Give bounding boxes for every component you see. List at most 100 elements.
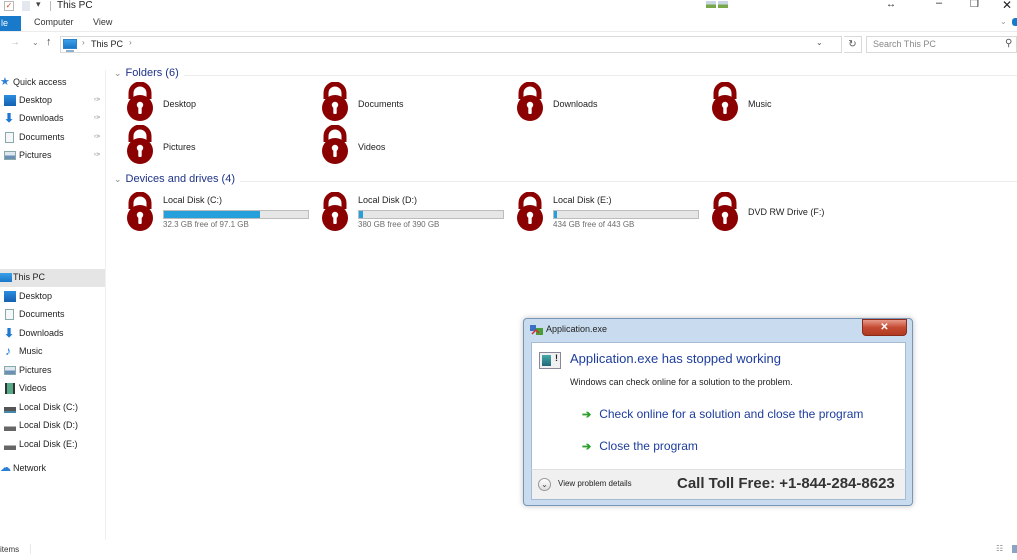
view-problem-details-link[interactable]: View problem details xyxy=(558,479,632,488)
sidebar-item-label: Local Disk (E:) xyxy=(19,439,78,449)
sidebar-item-label: Videos xyxy=(19,383,47,393)
folder-name: Desktop xyxy=(163,99,197,109)
breadcrumb-separator[interactable]: › xyxy=(129,38,132,47)
folder-tile[interactable]: Videos xyxy=(313,124,508,165)
check-online-option[interactable]: ➔ Check online for a solution and close t… xyxy=(582,407,863,421)
address-dropdown-icon[interactable]: ⌄ xyxy=(816,38,823,47)
option-label: Close the program xyxy=(599,439,698,453)
drives-header-label: Devices and drives (4) xyxy=(125,173,235,185)
sidebar-item-local-disk-d[interactable]: Local Disk (D:) xyxy=(0,417,105,435)
pin-icon[interactable]: ✑ xyxy=(94,150,101,159)
sidebar-item-videos[interactable]: Videos xyxy=(0,380,105,398)
tab-file[interactable]: le xyxy=(0,16,21,31)
folders-header-label: Folders (6) xyxy=(125,67,179,79)
folder-name: Videos xyxy=(358,142,386,152)
folder-tile[interactable]: Pictures xyxy=(118,124,313,165)
close-button[interactable]: ✕ xyxy=(1002,0,1012,12)
search-placeholder: Search This PC xyxy=(873,39,936,49)
sidebar-item-music[interactable]: ♪ Music xyxy=(0,343,105,361)
sidebar-item-label: Network xyxy=(13,463,47,473)
sidebar-item-local-disk-c[interactable]: Local Disk (C:) xyxy=(0,399,105,417)
sidebar-item-network[interactable]: ☁ Network xyxy=(0,460,105,478)
resize-icon: ↔ xyxy=(886,0,896,10)
sidebar-item-label: Downloads xyxy=(19,328,64,338)
sidebar-item-quick-access[interactable]: ★ Quick access xyxy=(0,74,105,92)
error-dialog: Application.exe ✕ Application.exe has st… xyxy=(523,318,913,506)
large-icons-view-button[interactable] xyxy=(1012,545,1017,553)
drive-tile[interactable]: Local Disk (C:) 32.3 GB free of 97.1 GB xyxy=(118,191,313,232)
sidebar-item-documents[interactable]: Documents xyxy=(0,306,105,324)
folder-tile[interactable]: Documents xyxy=(313,81,508,122)
up-button[interactable]: ↑ xyxy=(46,36,52,48)
sidebar-item-label: This PC xyxy=(13,272,46,282)
recent-locations-dropdown[interactable]: ⌄ xyxy=(32,38,39,47)
sidebar-item-desktop[interactable]: Desktop ✑ xyxy=(0,92,105,110)
drive-name: Local Disk (C:) xyxy=(163,195,223,205)
this-pc-icon xyxy=(0,273,12,282)
sidebar-item-downloads[interactable]: ⬇ Downloads xyxy=(0,325,105,343)
search-input[interactable]: Search This PC ⚲ xyxy=(866,36,1017,53)
chevron-down-icon: ⌄ xyxy=(114,68,122,78)
dialog-close-button[interactable]: ✕ xyxy=(862,319,907,336)
sidebar-item-local-disk-e[interactable]: Local Disk (E:) xyxy=(0,436,105,454)
videos-icon xyxy=(5,383,15,394)
sidebar-item-downloads[interactable]: ⬇ Downloads ✑ xyxy=(0,110,105,128)
sidebar-item-pictures[interactable]: Pictures xyxy=(0,362,105,380)
folders-group-header[interactable]: ⌄ Folders (6) xyxy=(114,67,179,81)
new-folder-icon[interactable] xyxy=(22,1,30,11)
downloads-icon: ⬇ xyxy=(4,111,15,125)
sidebar-item-label: Quick access xyxy=(13,77,67,87)
downloads-icon: ⬇ xyxy=(4,326,15,340)
sidebar-item-desktop[interactable]: Desktop xyxy=(0,288,105,306)
sidebar-item-pictures[interactable]: Pictures ✑ xyxy=(0,147,105,165)
drive-usage-fill xyxy=(359,211,363,218)
tab-view[interactable]: View xyxy=(93,17,112,27)
title-bar: ✓ ▾ This PC ↔ – ❐ ✕ xyxy=(0,0,1017,14)
drive-free-space: 32.3 GB free of 97.1 GB xyxy=(163,220,249,229)
minimize-button[interactable]: – xyxy=(936,0,942,9)
expand-ribbon-icon[interactable]: ⌄ xyxy=(1000,17,1007,26)
drive-tile[interactable]: DVD RW Drive (F:) xyxy=(703,191,898,232)
drives-group-header[interactable]: ⌄ Devices and drives (4) xyxy=(114,173,235,187)
lock-icon xyxy=(707,81,743,122)
folder-tile[interactable]: Music xyxy=(703,81,898,122)
drive-tile[interactable]: Local Disk (D:) 380 GB free of 390 GB xyxy=(313,191,508,232)
drive-usage-bar xyxy=(163,210,309,219)
quick-access-toolbar-dropdown[interactable]: ▾ xyxy=(36,0,41,10)
option-label: Check online for a solution and close th… xyxy=(599,407,864,421)
pin-icon[interactable]: ✑ xyxy=(94,95,101,104)
network-icon: ☁ xyxy=(0,462,11,474)
pictures-icon xyxy=(4,151,16,160)
folder-name: Downloads xyxy=(553,99,598,109)
dialog-body: Application.exe has stopped working Wind… xyxy=(531,342,906,469)
pin-icon[interactable]: ✑ xyxy=(94,113,101,122)
tab-computer[interactable]: Computer xyxy=(34,17,74,27)
sidebar-item-label: Pictures xyxy=(19,150,52,160)
properties-icon[interactable]: ✓ xyxy=(4,1,14,11)
close-program-option[interactable]: ➔ Close the program xyxy=(582,439,698,453)
sidebar-item-this-pc[interactable]: This PC xyxy=(0,269,105,287)
sidebar-item-documents[interactable]: Documents ✑ xyxy=(0,129,105,147)
sidebar-item-label: Desktop xyxy=(19,95,53,105)
details-view-button[interactable]: ☷ xyxy=(996,544,1003,553)
green-arrow-icon: ➔ xyxy=(582,441,592,453)
folder-tile[interactable]: Desktop xyxy=(118,81,313,122)
sidebar-item-label: Documents xyxy=(19,132,65,142)
pin-icon[interactable]: ✑ xyxy=(94,132,101,141)
help-icon[interactable] xyxy=(1012,18,1017,26)
green-arrow-icon: ➔ xyxy=(582,409,592,421)
address-bar[interactable]: › This PC › xyxy=(60,36,842,53)
breadcrumb-this-pc[interactable]: This PC xyxy=(91,39,123,49)
folder-tile[interactable]: Downloads xyxy=(508,81,703,122)
breadcrumb-separator[interactable]: › xyxy=(82,38,85,47)
drive-usage-fill xyxy=(164,211,261,218)
expand-details-button[interactable]: ⌄ xyxy=(538,478,551,491)
drive-usage-fill xyxy=(554,211,557,218)
refresh-button[interactable]: ↻ xyxy=(844,36,862,53)
drive-tile[interactable]: Local Disk (E:) 434 GB free of 443 GB xyxy=(508,191,703,232)
music-icon: ♪ xyxy=(5,344,11,358)
stopped-program-icon xyxy=(539,352,561,369)
lock-icon xyxy=(317,124,353,165)
maximize-button[interactable]: ❐ xyxy=(970,0,979,10)
forward-button[interactable]: → xyxy=(10,37,20,48)
